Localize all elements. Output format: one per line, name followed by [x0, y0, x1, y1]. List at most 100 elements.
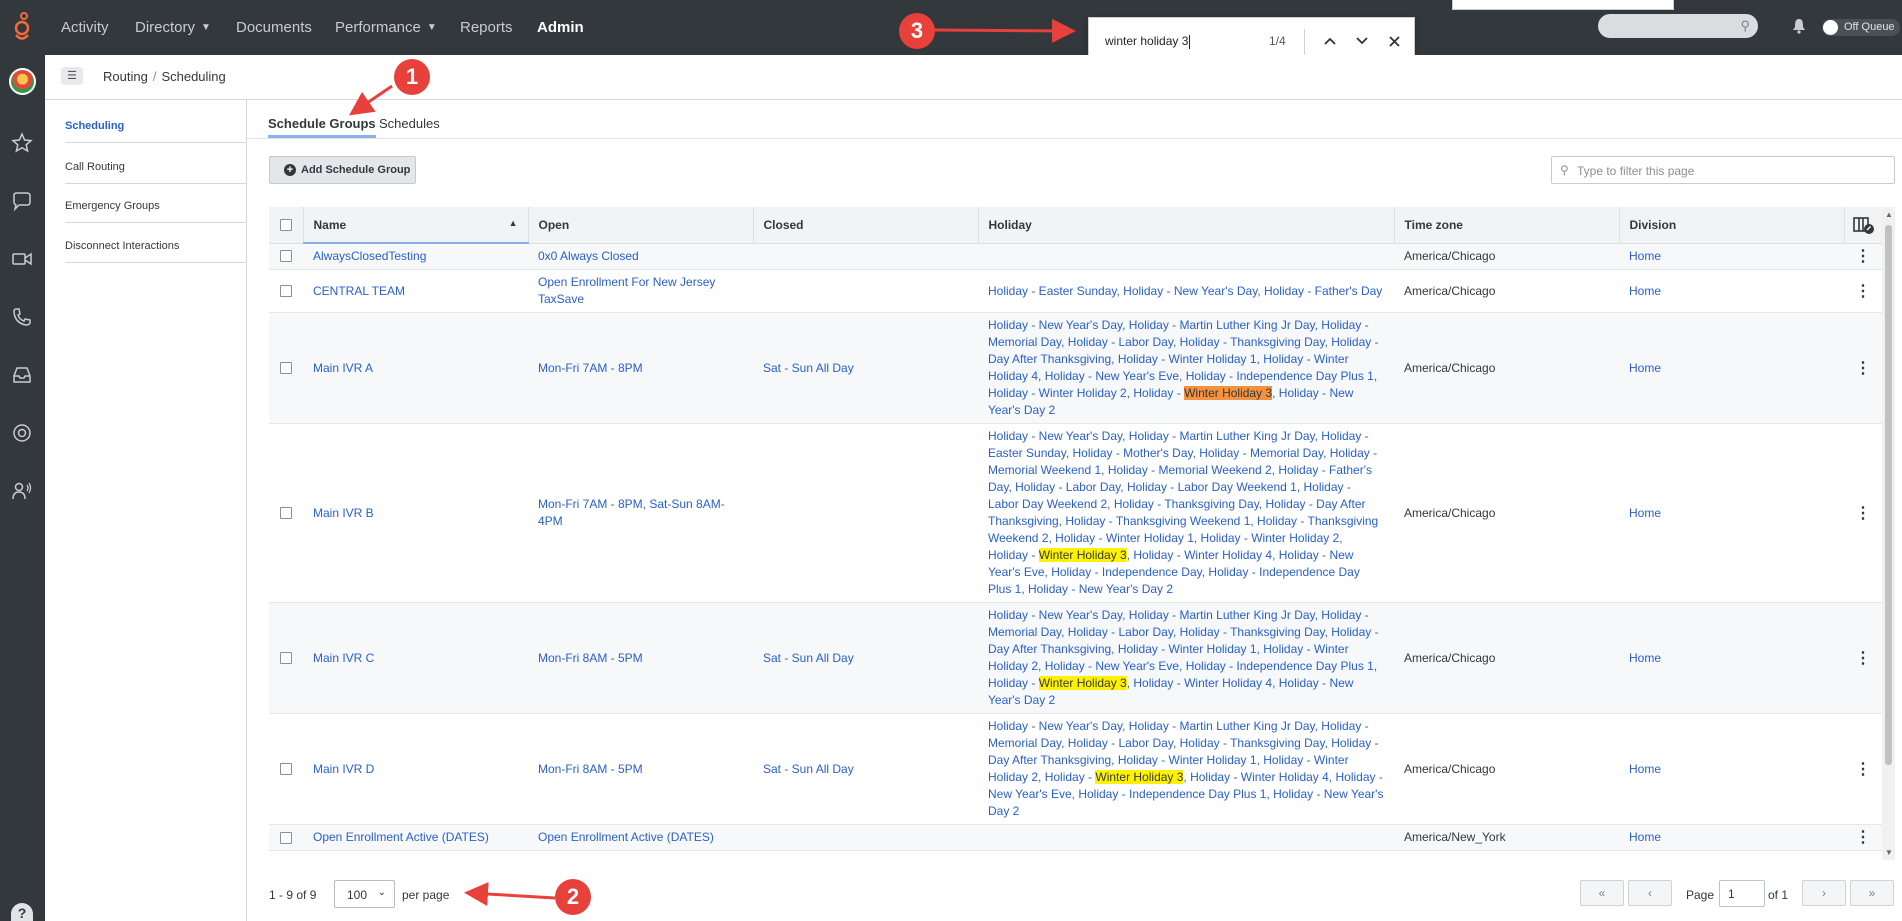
bell-icon[interactable] [1792, 18, 1806, 34]
cell-division[interactable]: Home [1619, 602, 1844, 714]
caret-down-icon: ▼ [426, 22, 437, 33]
nav-reports[interactable]: Reports [460, 0, 513, 55]
sidenav-disconnect-interactions[interactable]: Disconnect Interactions [65, 240, 247, 263]
nav-performance[interactable]: Performance ▼ [335, 0, 437, 55]
row-actions-kebab-icon[interactable]: ⋮ [1844, 312, 1882, 424]
row-actions-kebab-icon[interactable]: ⋮ [1844, 423, 1882, 603]
row-checkbox[interactable] [269, 713, 303, 825]
row-actions-kebab-icon[interactable]: ⋮ [1844, 243, 1882, 270]
help-icon[interactable]: ? [11, 903, 33, 921]
sidenav-emergency-groups[interactable]: Emergency Groups [65, 200, 247, 223]
table-row[interactable]: Main IVR A Mon-Fri 7AM - 8PM Sat - Sun All… [269, 312, 1882, 424]
cell-division[interactable]: Home [1619, 423, 1844, 603]
sidenav-scheduling[interactable]: Scheduling [65, 120, 247, 143]
menu-toggle-icon[interactable]: ☰ [61, 67, 83, 85]
row-actions-kebab-icon[interactable]: ⋮ [1844, 269, 1882, 313]
genesys-logo-icon[interactable] [9, 11, 35, 43]
nav-activity[interactable]: Activity [61, 0, 109, 55]
cell-closed[interactable]: Sat - Sun All Day [753, 713, 978, 825]
breadcrumb-routing[interactable]: Routing [103, 69, 148, 84]
star-icon[interactable] [11, 132, 33, 154]
cell-division[interactable]: Home [1619, 713, 1844, 825]
row-actions-kebab-icon[interactable]: ⋮ [1844, 602, 1882, 714]
cell-open[interactable]: 0x0 Always Closed [528, 243, 753, 270]
previous-page-button[interactable]: ‹ [1628, 880, 1672, 906]
page-number-input[interactable]: 1 [1719, 880, 1765, 907]
row-actions-kebab-icon[interactable]: ⋮ [1844, 713, 1882, 825]
video-icon[interactable] [11, 248, 33, 270]
nav-directory[interactable]: Directory ▼ [135, 0, 211, 55]
sidenav-call-routing[interactable]: Call Routing [65, 161, 247, 184]
cell-closed[interactable] [753, 824, 978, 851]
column-header-holiday[interactable]: Holiday [978, 207, 1395, 244]
nav-documents[interactable]: Documents [236, 0, 312, 55]
row-checkbox[interactable] [269, 269, 303, 313]
last-page-button[interactable]: » [1850, 880, 1894, 906]
row-checkbox[interactable] [269, 824, 303, 851]
cell-open[interactable]: Open Enrollment For New Jersey TaxSave [528, 269, 753, 313]
lifebuoy-icon[interactable] [11, 422, 33, 444]
cell-open[interactable]: Mon-Fri 8AM - 5PM [528, 713, 753, 825]
row-actions-kebab-icon[interactable]: ⋮ [1844, 824, 1882, 851]
cell-name[interactable]: Open Enrollment Active (DATES) [303, 824, 528, 851]
column-header-open[interactable]: Open [528, 207, 754, 244]
cell-name[interactable]: Main IVR D [303, 713, 528, 825]
chat-icon[interactable] [11, 190, 33, 212]
cell-name[interactable]: Main IVR A [303, 312, 528, 424]
row-checkbox[interactable] [269, 243, 303, 270]
cell-open[interactable]: Mon-Fri 7AM - 8PM [528, 312, 753, 424]
filter-input[interactable]: ⚲ Type to filter this page [1551, 156, 1895, 184]
table-row[interactable]: CENTRAL TEAM Open Enrollment For New Jers… [269, 269, 1882, 313]
cell-division[interactable]: Home [1619, 269, 1844, 313]
table-row[interactable]: AlwaysClosedTesting 0x0 Always Closed Amer… [269, 243, 1882, 270]
column-settings-icon[interactable] [1844, 207, 1882, 244]
cell-name[interactable]: AlwaysClosedTesting [303, 243, 528, 270]
table-row[interactable]: Main IVR B Mon-Fri 7AM - 8PM, Sat-Sun 8AM… [269, 423, 1882, 603]
select-all-checkbox[interactable] [269, 207, 304, 244]
next-page-button[interactable]: › [1802, 880, 1846, 906]
divider [1304, 29, 1305, 55]
cell-name[interactable]: CENTRAL TEAM [303, 269, 528, 313]
column-header-closed[interactable]: Closed [753, 207, 979, 244]
cell-closed[interactable] [753, 243, 978, 270]
cell-open[interactable]: Open Enrollment Active (DATES) [528, 824, 753, 851]
phone-icon[interactable] [11, 306, 33, 328]
queue-toggle[interactable]: Off Queue [1822, 19, 1900, 36]
cell-name[interactable]: Main IVR C [303, 602, 528, 714]
table-row[interactable]: Main IVR D Mon-Fri 8AM - 5PM Sat - Sun All… [269, 713, 1882, 825]
cell-closed[interactable] [753, 423, 978, 603]
cell-closed[interactable]: Sat - Sun All Day [753, 602, 978, 714]
table-scrollbar[interactable]: ▲ ▼ [1882, 207, 1895, 860]
tab-schedule-groups[interactable]: Schedule Groups [268, 116, 376, 138]
row-checkbox[interactable] [269, 602, 303, 714]
tab-schedules[interactable]: Schedules [379, 116, 440, 135]
cell-closed[interactable] [753, 269, 978, 313]
global-search-input[interactable]: ⚲ [1598, 14, 1758, 38]
chevron-up-icon[interactable] [1319, 30, 1341, 52]
cell-division[interactable]: Home [1619, 824, 1844, 851]
row-checkbox[interactable] [269, 423, 303, 603]
cell-division[interactable]: Home [1619, 243, 1844, 270]
cell-name[interactable]: Main IVR B [303, 423, 528, 603]
cell-open[interactable]: Mon-Fri 7AM - 8PM, Sat-Sun 8AM-4PM [528, 423, 753, 603]
inbox-icon[interactable] [11, 364, 33, 386]
per-page-select[interactable]: 100 ⌄ [334, 880, 395, 908]
cell-open[interactable]: Mon-Fri 8AM - 5PM [528, 602, 753, 714]
add-schedule-group-button[interactable]: + Add Schedule Group [269, 156, 416, 184]
cell-division[interactable]: Home [1619, 312, 1844, 424]
chevron-down-icon[interactable] [1351, 30, 1373, 52]
row-checkbox[interactable] [269, 312, 303, 424]
close-icon[interactable] [1383, 30, 1405, 52]
column-header-division[interactable]: Division [1619, 207, 1845, 244]
find-input[interactable]: winter holiday 3 [1105, 34, 1191, 49]
user-voice-icon[interactable] [11, 480, 33, 502]
avatar[interactable] [9, 68, 36, 95]
column-header-timezone[interactable]: Time zone [1394, 207, 1620, 244]
column-header-name[interactable]: Name ▲ [303, 207, 529, 244]
scrollbar-thumb[interactable] [1885, 225, 1892, 765]
first-page-button[interactable]: « [1580, 880, 1624, 906]
table-row[interactable]: Main IVR C Mon-Fri 8AM - 5PM Sat - Sun All… [269, 602, 1882, 714]
table-row[interactable]: Open Enrollment Active (DATES) Open Enrol… [269, 824, 1882, 851]
nav-admin[interactable]: Admin [537, 0, 584, 55]
cell-closed[interactable]: Sat - Sun All Day [753, 312, 978, 424]
